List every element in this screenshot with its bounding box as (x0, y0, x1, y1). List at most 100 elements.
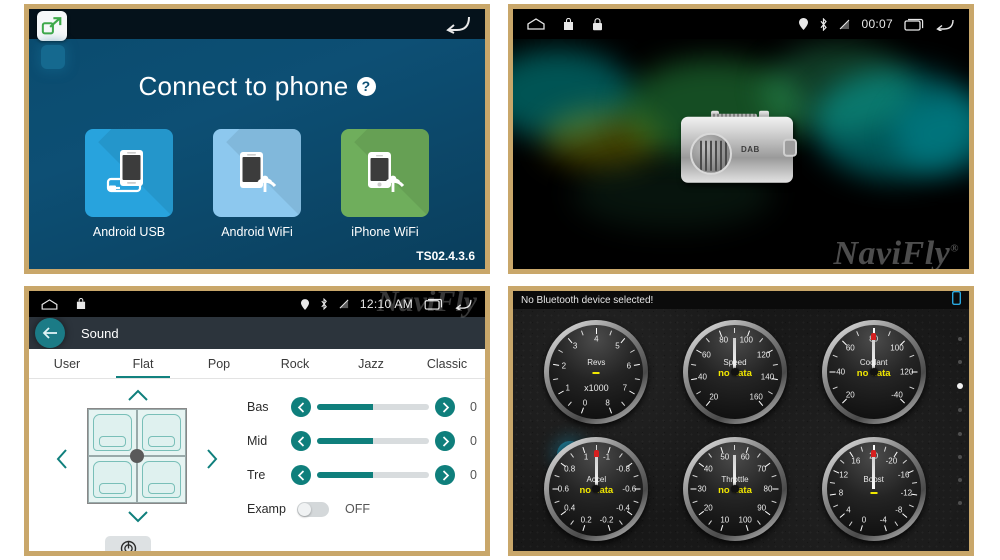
gauge-boost[interactable]: Boost 048121620-20-16-12-8-4 (821, 436, 926, 541)
gauge-tick (874, 371, 918, 373)
tile-android-usb[interactable]: Android USB (85, 129, 173, 239)
toggle-label: Examp (247, 502, 286, 516)
slider-label: Bas (247, 400, 269, 414)
gauge-revs[interactable]: Revs x1000 012345678 (544, 319, 649, 424)
screenshot-root: Connect to phone? Android USB Android Wi… (0, 0, 1000, 560)
recents-icon[interactable] (904, 18, 924, 31)
share-link-icon[interactable] (37, 11, 67, 41)
chevron-left-icon[interactable] (291, 397, 311, 417)
iphone-wifi-icon (341, 129, 429, 217)
toggle-row-examp: Examp OFF (247, 492, 477, 526)
obd-status-bar: No Bluetooth device selected! (513, 291, 969, 309)
slider-row-tre: Tre 0 (247, 458, 477, 492)
gauge-grid: Revs x1000 012345678 Speed no data 20406… (513, 309, 969, 551)
tab-classic[interactable]: Classic (409, 349, 485, 378)
bluetooth-icon (820, 17, 828, 31)
seat-rear-right[interactable] (137, 456, 186, 503)
slider-value: 0 (470, 400, 477, 414)
back-arrow-icon[interactable] (935, 18, 955, 31)
connection-tiles: Android USB Android WiFi iPhone WiFi (29, 129, 485, 239)
tab-rock[interactable]: Rock (257, 349, 333, 378)
gauge-tick (552, 487, 596, 489)
eq-sliders: Bas 0 Mid 0 Tre 0 Examp OFF (247, 390, 477, 526)
reset-icon (120, 540, 136, 551)
reset-button[interactable] (105, 536, 151, 551)
phone-wifi-icon (213, 129, 301, 217)
gauge-needle (872, 337, 876, 372)
seat-grid[interactable] (87, 408, 187, 504)
home-icon[interactable] (527, 18, 545, 30)
seat-front-left[interactable] (88, 409, 137, 456)
phone-icon[interactable] (952, 291, 961, 310)
gauge-face: Revs x1000 012345678 (549, 324, 644, 419)
tile-label: Android WiFi (221, 225, 293, 239)
status-time: 00:07 (861, 17, 893, 31)
tile-label: iPhone WiFi (351, 225, 419, 239)
location-icon (799, 18, 809, 30)
tab-user[interactable]: User (29, 349, 105, 378)
radio-artwork: DAB NaviFly® (513, 39, 969, 269)
gauge-accel[interactable]: Accel no data 0.20.40.60.81-1-0.8-0.6-0.… (544, 436, 649, 541)
examp-toggle[interactable] (297, 501, 329, 517)
android-status-bar: 00:07 (513, 9, 969, 39)
gauge-hub (730, 367, 739, 376)
phone-usb-cable-icon (85, 129, 173, 217)
slider-track[interactable] (317, 438, 429, 444)
fader-knob[interactable] (130, 449, 144, 463)
help-question-icon[interactable]: ? (356, 77, 376, 96)
bluetooth-icon (321, 298, 327, 310)
gauge-face: Accel no data 0.20.40.60.81-1-0.8-0.6-0.… (549, 441, 644, 536)
gauge-face: Boost 048121620-20-16-12-8-4 (826, 441, 921, 536)
eq-preset-tabs: User Flat Pop Rock Jazz Classic (29, 349, 485, 379)
gauge-tick (690, 487, 735, 489)
chevron-up-icon[interactable] (127, 388, 149, 402)
back-arrow-icon[interactable] (445, 14, 471, 34)
chevron-right-icon[interactable] (435, 397, 455, 417)
signal-off-icon (339, 299, 349, 309)
slider-track[interactable] (317, 404, 429, 410)
tile-iphone-wifi[interactable]: iPhone WiFi (341, 129, 429, 239)
slider-label: Mid (247, 434, 268, 448)
tile-android-wifi[interactable]: Android WiFi (213, 129, 301, 239)
back-arrow-icon[interactable] (454, 298, 473, 310)
gauge-coolant[interactable]: Coolant no data 20406080100120-40 (821, 319, 926, 424)
gauge-speed[interactable]: Speed no data 20406080100120140160 (682, 319, 787, 424)
connect-to-phone-panel: Connect to phone? Android USB Android Wi… (24, 4, 490, 274)
toggle-state: OFF (345, 502, 370, 516)
slider-track[interactable] (317, 472, 429, 478)
chevron-left-icon[interactable] (55, 448, 69, 470)
seat-front-right[interactable] (137, 409, 186, 456)
chevron-left-icon[interactable] (291, 465, 311, 485)
gauge-face: Speed no data 20406080100120140160 (687, 324, 782, 419)
tab-flat[interactable]: Flat (105, 349, 181, 378)
connect-topbar (29, 9, 485, 39)
gauge-throttle[interactable]: Throttle no data 102030405060708090100 (682, 436, 787, 541)
page-title: Sound (81, 325, 119, 341)
dab-radio-panel: DAB NaviFly® 00:07 (508, 4, 974, 274)
chevron-right-icon[interactable] (435, 465, 455, 485)
gauge-tick (596, 488, 641, 490)
recents-icon[interactable] (424, 298, 443, 310)
back-arrow-circle-icon[interactable] (35, 318, 65, 348)
gauge-needle (594, 454, 598, 489)
obd-gauges-panel: No Bluetooth device selected! Revs x1000… (508, 286, 974, 556)
tab-pop[interactable]: Pop (181, 349, 257, 378)
signal-off-icon (840, 19, 850, 29)
chevron-left-icon[interactable] (291, 431, 311, 451)
chevron-right-icon[interactable] (205, 448, 219, 470)
chevron-down-icon[interactable] (127, 510, 149, 524)
home-icon[interactable] (41, 298, 58, 310)
tile-label: Android USB (92, 225, 166, 239)
chevron-right-icon[interactable] (435, 431, 455, 451)
slider-value: 0 (470, 468, 477, 482)
seat-rear-left[interactable] (88, 456, 137, 503)
bag-icon (564, 17, 573, 30)
gauge-hub (592, 484, 601, 493)
slider-value: 0 (470, 434, 477, 448)
slider-label: Tre (247, 468, 266, 482)
slider-row-mid: Mid 0 (247, 424, 477, 458)
sound-body: Bas 0 Mid 0 Tre 0 Examp OFF (29, 380, 485, 551)
tab-jazz[interactable]: Jazz (333, 349, 409, 378)
balance-fader-control (43, 386, 233, 551)
version-label: TS02.4.3.6 (416, 249, 475, 263)
